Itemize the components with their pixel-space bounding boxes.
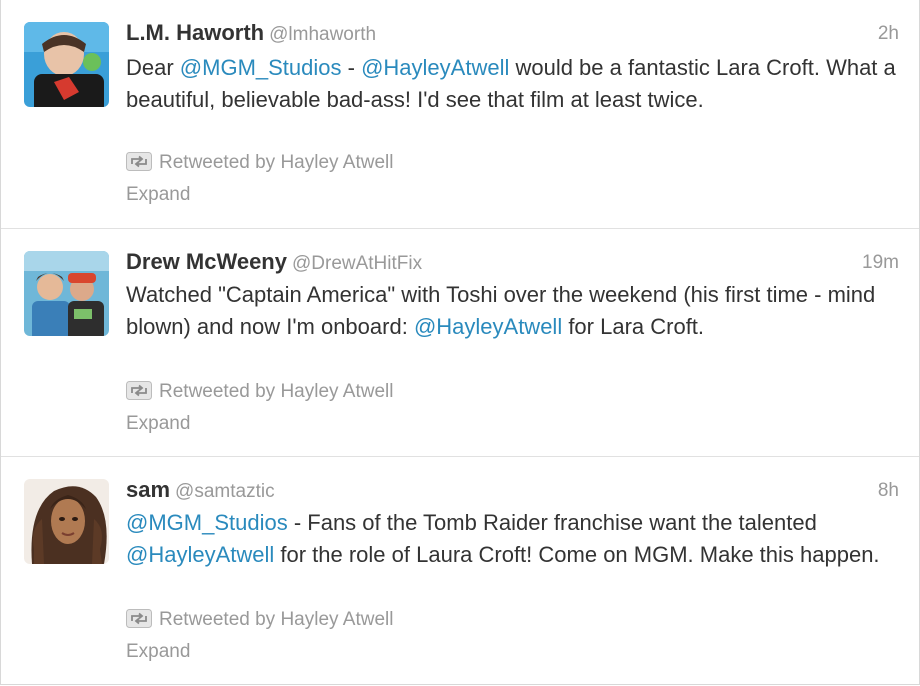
retweeted-by-label[interactable]: Retweeted by Hayley Atwell bbox=[159, 152, 393, 173]
retweet-icon bbox=[126, 381, 152, 406]
tweet-timestamp[interactable]: 2h bbox=[878, 23, 899, 45]
tweet-header: sam @samtaztic bbox=[126, 477, 275, 507]
tweet-username[interactable]: @lmhaworth bbox=[269, 24, 376, 45]
tweet-text: Dear @MGM_Studios - @HayleyAtwell would … bbox=[126, 52, 896, 115]
avatar[interactable] bbox=[24, 22, 109, 107]
tweet-timestamp[interactable]: 19m bbox=[862, 252, 899, 274]
retweet-context: Retweeted by Hayley Atwell bbox=[126, 381, 393, 406]
tweet-timestamp[interactable]: 8h bbox=[878, 480, 899, 502]
retweet-icon bbox=[126, 609, 152, 634]
expand-link[interactable]: Expand bbox=[126, 184, 190, 206]
tweet-username[interactable]: @DrewAtHitFix bbox=[292, 253, 422, 274]
avatar[interactable] bbox=[24, 251, 109, 336]
retweet-icon bbox=[126, 152, 152, 177]
expand-link[interactable]: Expand bbox=[126, 641, 190, 663]
retweeted-by-label[interactable]: Retweeted by Hayley Atwell bbox=[159, 381, 393, 402]
tweet-text-segment: for Lara Croft. bbox=[562, 313, 705, 339]
retweet-context: Retweeted by Hayley Atwell bbox=[126, 609, 393, 634]
tweet-header: Drew McWeeny @DrewAtHitFix bbox=[126, 249, 422, 279]
tweet-fullname[interactable]: L.M. Haworth bbox=[126, 20, 264, 45]
tweet-item[interactable]: Drew McWeeny @DrewAtHitFix 19m Watched "C… bbox=[1, 229, 919, 457]
tweet-text: Watched "Captain America" with Toshi ove… bbox=[126, 279, 896, 342]
tweet-item[interactable]: sam @samtaztic 8h @MGM_Studios - Fans of … bbox=[1, 457, 919, 684]
tweet-text-segment: for the role of Laura Croft! Come on MGM… bbox=[274, 541, 880, 567]
mention-link[interactable]: @HayleyAtwell bbox=[126, 542, 274, 567]
retweeted-by-label[interactable]: Retweeted by Hayley Atwell bbox=[159, 609, 393, 630]
avatar[interactable] bbox=[24, 479, 109, 564]
mention-link[interactable]: @HayleyAtwell bbox=[361, 55, 509, 80]
tweet-text-segment: - Fans of the Tomb Raider franchise want… bbox=[287, 510, 817, 535]
mention-link[interactable]: @MGM_Studios bbox=[180, 55, 342, 80]
tweet-fullname[interactable]: sam bbox=[126, 477, 170, 502]
tweet-text-segment: - bbox=[341, 55, 362, 80]
tweet-item[interactable]: L.M. Haworth @lmhaworth 2h Dear @MGM_Stud… bbox=[1, 0, 919, 229]
tweet-header: L.M. Haworth @lmhaworth bbox=[126, 20, 376, 50]
expand-link[interactable]: Expand bbox=[126, 413, 190, 435]
tweet-fullname[interactable]: Drew McWeeny bbox=[126, 249, 287, 274]
tweet-text: @MGM_Studios - Fans of the Tomb Raider f… bbox=[126, 507, 896, 570]
mention-link[interactable]: @HayleyAtwell bbox=[414, 314, 562, 339]
tweet-text-segment: Dear bbox=[126, 55, 180, 80]
mention-link[interactable]: @MGM_Studios bbox=[126, 510, 288, 535]
retweet-context: Retweeted by Hayley Atwell bbox=[126, 152, 393, 177]
tweet-timeline: L.M. Haworth @lmhaworth 2h Dear @MGM_Stud… bbox=[0, 0, 920, 685]
tweet-username[interactable]: @samtaztic bbox=[175, 481, 275, 502]
